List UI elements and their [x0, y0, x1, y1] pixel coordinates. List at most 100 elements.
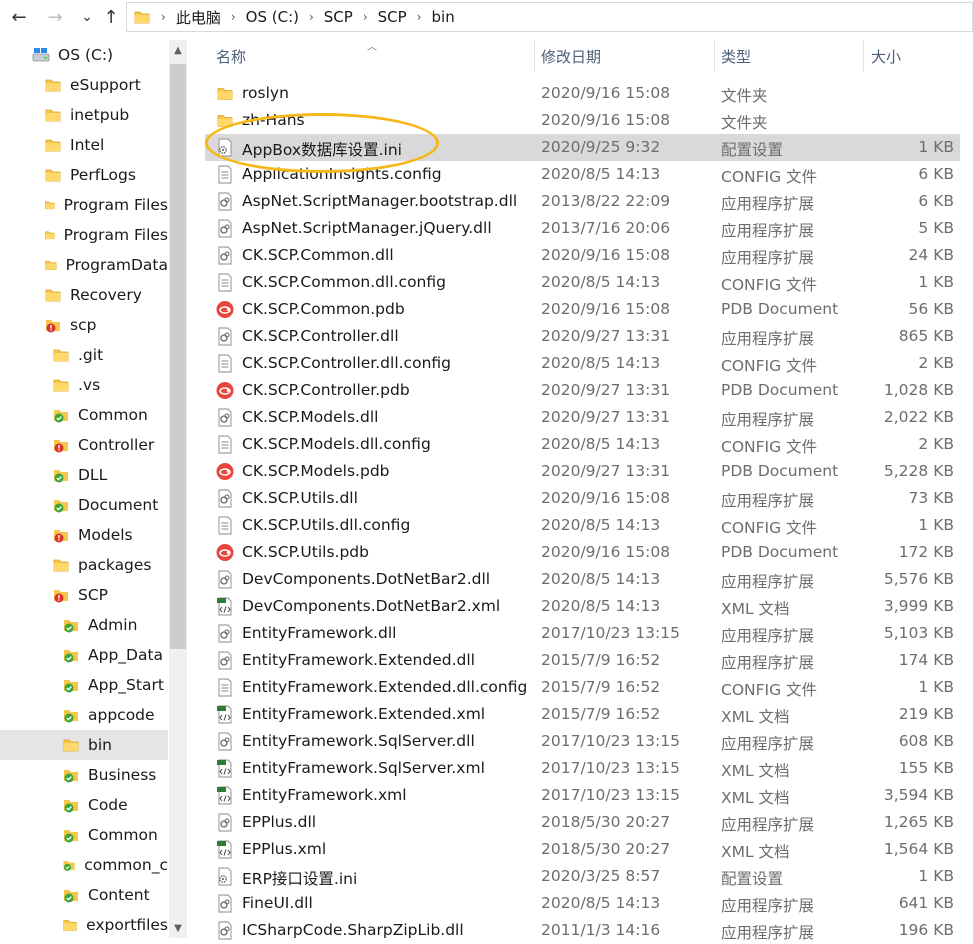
scroll-down-icon[interactable]: ▼ [169, 918, 187, 938]
file-row[interactable]: EntityFramework.xml 2017/10/23 13:15 XML 文… [205, 782, 960, 809]
column-divider[interactable] [714, 40, 715, 72]
tree-item[interactable]: .git [0, 340, 168, 370]
recent-locations-icon[interactable]: ⌄ [74, 4, 100, 30]
file-row[interactable]: EPPlus.xml 2018/5/30 20:27 XML 文档 1,564 KB [205, 836, 960, 863]
tree-item[interactable]: inetpub [0, 100, 168, 130]
tree-item[interactable]: ProgramData [0, 250, 168, 280]
tree-item[interactable]: packages [0, 550, 168, 580]
tree-item[interactable]: Recovery [0, 280, 168, 310]
file-row[interactable]: DevComponents.DotNetBar2.xml 2020/8/5 14:… [205, 593, 960, 620]
breadcrumb-chevron-icon[interactable]: › [155, 10, 172, 24]
column-divider[interactable] [534, 40, 535, 72]
breadcrumb-chevron-icon[interactable]: › [357, 10, 374, 24]
file-row[interactable]: CK.SCP.Models.dll.config 2020/8/5 14:13 CO… [205, 431, 960, 458]
file-row[interactable]: EntityFramework.SqlServer.xml 2017/10/23 … [205, 755, 960, 782]
file-icon [216, 435, 234, 454]
column-divider[interactable] [863, 40, 864, 72]
breadcrumb-segment[interactable]: SCP [374, 8, 411, 26]
folder-green-icon [62, 676, 80, 694]
breadcrumb-chevron-icon[interactable]: › [411, 10, 428, 24]
tree-item[interactable]: SCP [0, 580, 168, 610]
tree-item[interactable]: OS (C:) [0, 40, 168, 70]
file-row[interactable]: EntityFramework.Extended.dll.config 2015/… [205, 674, 960, 701]
file-row[interactable]: AppBox数据库设置.ini 2020/9/25 9:32 配置设置 1 KB [205, 134, 960, 161]
tree-item[interactable]: Models [0, 520, 168, 550]
tree-item[interactable]: Intel [0, 130, 168, 160]
file-row[interactable]: AspNet.ScriptManager.jQuery.dll 2013/7/16… [205, 215, 960, 242]
file-row[interactable]: EPPlus.dll 2018/5/30 20:27 应用程序扩展 1,265 KB [205, 809, 960, 836]
file-row[interactable]: EntityFramework.Extended.dll 2015/7/9 16:… [205, 647, 960, 674]
tree-item[interactable]: Admin [0, 610, 168, 640]
file-row[interactable]: ICSharpCode.SharpZipLib.dll 2011/1/3 14:1… [205, 917, 960, 944]
file-row[interactable]: ApplicationInsights.config 2020/8/5 14:13… [205, 161, 960, 188]
tree-item[interactable]: App_Data [0, 640, 168, 670]
scrollbar-thumb[interactable] [170, 64, 186, 649]
tree-item[interactable]: Document [0, 490, 168, 520]
tree-item[interactable]: eSupport [0, 70, 168, 100]
tree-item[interactable]: Program Files [0, 220, 168, 250]
file-row[interactable]: CK.SCP.Models.pdb 2020/9/27 13:31 PDB Docu… [205, 458, 960, 485]
file-row[interactable]: CK.SCP.Controller.dll.config 2020/8/5 14:… [205, 350, 960, 377]
column-date[interactable]: 修改日期 [541, 40, 601, 72]
tree-item[interactable]: Common [0, 400, 168, 430]
scroll-up-icon[interactable]: ▲ [169, 40, 187, 60]
tree-item[interactable]: Code [0, 790, 168, 820]
tree-scrollbar[interactable]: ▲ ▼ [169, 40, 187, 938]
file-row[interactable]: FineUI.dll 2020/8/5 14:13 应用程序扩展 641 KB [205, 890, 960, 917]
back-icon[interactable]: ← [6, 4, 32, 30]
tree-item[interactable]: Program Files [0, 190, 168, 220]
folder-icon [44, 226, 56, 244]
file-row[interactable]: EntityFramework.Extended.xml 2015/7/9 16:… [205, 701, 960, 728]
breadcrumb-chevron-icon[interactable]: › [303, 10, 320, 24]
tree-item[interactable]: Controller [0, 430, 168, 460]
file-row[interactable]: CK.SCP.Utils.dll.config 2020/8/5 14:13 CON… [205, 512, 960, 539]
breadcrumb-segment[interactable]: 此电脑 [172, 7, 225, 28]
column-size[interactable]: 大小 [871, 40, 901, 72]
file-row[interactable]: CK.SCP.Common.dll.config 2020/8/5 14:13 CO… [205, 269, 960, 296]
file-row[interactable]: CK.SCP.Common.pdb 2020/9/16 15:08 PDB Docu… [205, 296, 960, 323]
file-row[interactable]: CK.SCP.Utils.pdb 2020/9/16 15:08 PDB Docum… [205, 539, 960, 566]
tree-item[interactable]: common_c [0, 850, 168, 880]
file-name: DevComponents.DotNetBar2.dll [242, 570, 491, 588]
tree-item[interactable]: App_Start [0, 670, 168, 700]
file-row[interactable]: AspNet.ScriptManager.bootstrap.dll 2013/8… [205, 188, 960, 215]
file-row[interactable]: DevComponents.DotNetBar2.dll 2020/8/5 14:… [205, 566, 960, 593]
tree-item[interactable]: Business [0, 760, 168, 790]
file-type: 应用程序扩展 [721, 411, 815, 429]
up-icon[interactable]: ↑ [98, 4, 124, 30]
file-name: ERP接口设置.ini [242, 870, 358, 888]
breadcrumb-segment[interactable]: bin [428, 8, 459, 26]
file-row[interactable]: EntityFramework.dll 2017/10/23 13:15 应用程序扩… [205, 620, 960, 647]
column-name[interactable]: 名称 [216, 40, 246, 72]
file-row[interactable]: zh-Hans 2020/9/16 15:08 文件夹 [205, 107, 960, 134]
file-row[interactable]: CK.SCP.Controller.dll 2020/9/27 13:31 应用程序… [205, 323, 960, 350]
column-type[interactable]: 类型 [721, 40, 751, 72]
pdb-icon [216, 300, 234, 319]
file-type: 应用程序扩展 [721, 897, 815, 915]
file-icon [216, 273, 234, 292]
forward-icon[interactable]: → [42, 4, 68, 30]
file-row[interactable]: CK.SCP.Common.dll 2020/9/16 15:08 应用程序扩展 24… [205, 242, 960, 269]
file-row[interactable]: CK.SCP.Models.dll 2020/9/27 13:31 应用程序扩展 2,… [205, 404, 960, 431]
file-row[interactable]: CK.SCP.Controller.pdb 2020/9/27 13:31 PDB … [205, 377, 960, 404]
tree-item[interactable]: DLL [0, 460, 168, 490]
file-row[interactable]: CK.SCP.Utils.dll 2020/9/16 15:08 应用程序扩展 73 … [205, 485, 960, 512]
tree-item[interactable]: appcode [0, 700, 168, 730]
breadcrumb-segment[interactable]: OS (C:) [242, 8, 303, 26]
tree-item[interactable]: exportfiles [0, 910, 168, 940]
file-row[interactable]: EntityFramework.SqlServer.dll 2017/10/23 … [205, 728, 960, 755]
file-size: 155 KB [898, 759, 954, 777]
file-icon [216, 165, 234, 184]
tree-item[interactable]: bin [0, 730, 168, 760]
tree-item[interactable]: scp [0, 310, 168, 340]
address-bar[interactable]: › 此电脑 › OS (C:) › SCP › SCP › bin [126, 2, 973, 32]
tree-item[interactable]: PerfLogs [0, 160, 168, 190]
file-date: 2017/10/23 13:15 [541, 624, 680, 642]
tree-item[interactable]: Common [0, 820, 168, 850]
tree-item[interactable]: Content [0, 880, 168, 910]
file-row[interactable]: roslyn 2020/9/16 15:08 文件夹 [205, 80, 960, 107]
breadcrumb-chevron-icon[interactable]: › [225, 10, 242, 24]
file-row[interactable]: ERP接口设置.ini 2020/3/25 8:57 配置设置 1 KB [205, 863, 960, 890]
tree-item[interactable]: .vs [0, 370, 168, 400]
breadcrumb-segment[interactable]: SCP [320, 8, 357, 26]
